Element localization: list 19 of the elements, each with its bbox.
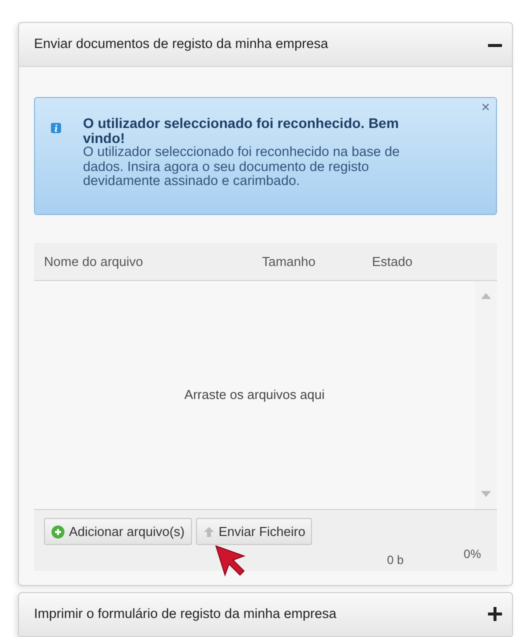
alert-message: O utilizador seleccionado foi reconhecido na base de dados. Insira agora o seu documento de registo devidamente assinado e carimbado. (82, 145, 401, 188)
column-header: Nome do arquivo (44, 254, 143, 269)
panel-header[interactable]: Enviar documentos de registo da minha empresa (19, 23, 512, 67)
expand-icon[interactable] (488, 607, 502, 622)
cursor-icon (214, 544, 248, 578)
upload-button[interactable]: Enviar Ficheiro (196, 518, 312, 546)
close-button[interactable]: × (481, 100, 490, 115)
panel-header[interactable]: Imprimir o formulário de registo da minha empresa (19, 592, 512, 637)
add-files-button[interactable]: Adicionar arquivo(s) (44, 518, 192, 546)
alert-heading: O utilizador seleccionado foi reconhecido. Bem vindo! (82, 116, 400, 146)
upload-percent: 0% (464, 546, 481, 564)
total-size: 0 b (386, 552, 404, 570)
up-arrow-icon (202, 526, 215, 538)
add-icon (51, 524, 65, 539)
drop-hint: Arraste os arquivos aqui (184, 386, 325, 404)
panel-title: Enviar documentos de registo da minha empresa (34, 35, 328, 54)
column-header: Estado (372, 254, 412, 269)
panel-title: Imprimir o formulário de registo da minha empresa (34, 605, 336, 624)
column-header: Tamanho (262, 254, 316, 269)
